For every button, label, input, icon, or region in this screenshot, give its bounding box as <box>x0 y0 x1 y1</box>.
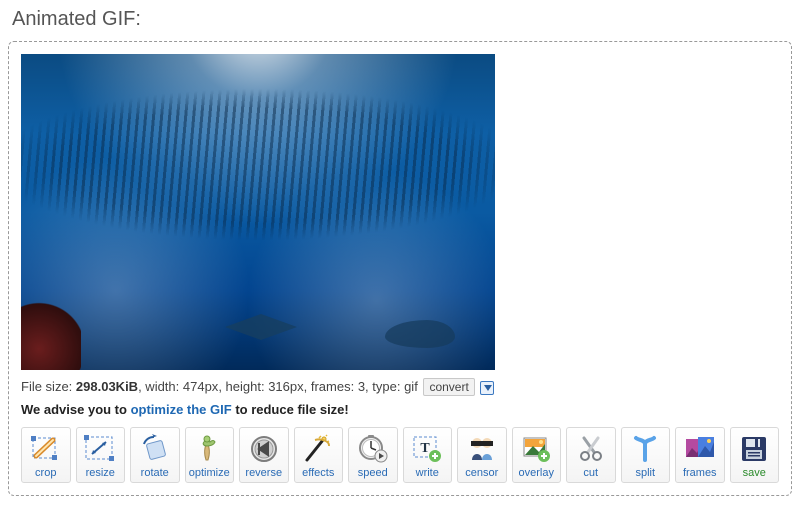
tool-label: speed <box>358 467 388 479</box>
crop-button[interactable]: crop <box>21 427 71 483</box>
frames-icon <box>681 432 719 466</box>
effects-button[interactable]: effects <box>294 427 344 483</box>
resize-icon <box>81 432 119 466</box>
frames-button[interactable]: frames <box>675 427 725 483</box>
censor-button[interactable]: censor <box>457 427 507 483</box>
resize-button[interactable]: resize <box>76 427 126 483</box>
split-icon <box>626 432 664 466</box>
toolbar: crop resize <box>21 427 779 483</box>
optimize-link[interactable]: optimize the GIF <box>131 402 232 417</box>
save-button[interactable]: save <box>730 427 780 483</box>
tool-label: reverse <box>245 467 282 479</box>
tool-label: split <box>635 467 655 479</box>
tool-label: frames <box>683 467 717 479</box>
file-type-value: gif <box>400 379 417 394</box>
advice-suffix: to reduce file size! <box>232 402 349 417</box>
optimize-button[interactable]: optimize <box>185 427 235 483</box>
file-height-value: 316px <box>265 379 304 394</box>
tool-label: overlay <box>519 467 554 479</box>
tool-label: save <box>743 467 766 479</box>
convert-button[interactable]: convert <box>423 378 474 396</box>
gif-preview <box>21 54 495 370</box>
tool-label: resize <box>86 467 115 479</box>
editor-panel: File size: 298.03KiB, width: 474px, heig… <box>8 41 792 496</box>
gif-decor <box>385 320 455 348</box>
write-icon: T <box>408 432 446 466</box>
speed-button[interactable]: speed <box>348 427 398 483</box>
advice-prefix: We advise you to <box>21 402 131 417</box>
cut-icon <box>572 432 610 466</box>
download-icon[interactable] <box>480 381 494 395</box>
file-height-label: , height: <box>218 379 264 394</box>
tool-label: crop <box>35 467 56 479</box>
file-info: File size: 298.03KiB, width: 474px, heig… <box>21 378 779 396</box>
reverse-icon <box>245 432 283 466</box>
rotate-button[interactable]: rotate <box>130 427 180 483</box>
split-button[interactable]: split <box>621 427 671 483</box>
file-frames-value: 3 <box>354 379 365 394</box>
cut-button[interactable]: cut <box>566 427 616 483</box>
tool-label: effects <box>302 467 334 479</box>
overlay-button[interactable]: overlay <box>512 427 562 483</box>
censor-icon <box>463 432 501 466</box>
effects-icon <box>299 432 337 466</box>
file-frames-label: , frames: <box>304 379 355 394</box>
file-width-value: 474px <box>179 379 218 394</box>
tool-label: write <box>416 467 439 479</box>
file-size-value: 298.03KiB <box>76 379 138 394</box>
reverse-button[interactable]: reverse <box>239 427 289 483</box>
tool-label: censor <box>465 467 498 479</box>
tool-label: optimize <box>189 467 230 479</box>
save-icon <box>735 432 773 466</box>
write-button[interactable]: T write <box>403 427 453 483</box>
tool-label: cut <box>583 467 598 479</box>
page-title: Animated GIF: <box>12 8 792 31</box>
gif-decor <box>221 314 301 340</box>
file-type-label: , type: <box>365 379 400 394</box>
svg-text:T: T <box>421 441 431 456</box>
optimize-advice: We advise you to optimize the GIF to red… <box>21 402 779 417</box>
overlay-icon <box>517 432 555 466</box>
speed-icon <box>354 432 392 466</box>
optimize-icon <box>190 432 228 466</box>
file-width-label: , width: <box>138 379 179 394</box>
tool-label: rotate <box>141 467 169 479</box>
rotate-icon <box>136 432 174 466</box>
gif-decor <box>21 300 81 370</box>
file-size-label: File size: <box>21 379 72 394</box>
crop-icon <box>27 432 65 466</box>
